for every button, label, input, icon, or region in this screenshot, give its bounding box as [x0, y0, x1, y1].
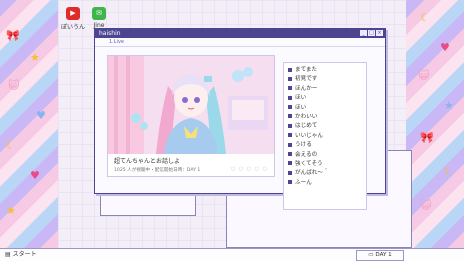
day-label: DAY 1: [375, 252, 392, 258]
start-button[interactable]: ▤ スタート: [2, 250, 40, 260]
address-bar: 1.Live: [95, 38, 385, 47]
comment-text: はじめて: [295, 123, 318, 130]
desktop-icon-jine[interactable]: ✉ Jine: [84, 7, 114, 29]
cat-sticker: 😺: [420, 199, 432, 212]
stream-window[interactable]: haishin _ □ × 1.Live 超てんちゃんとお話しよ 1025 人が…: [94, 28, 386, 210]
list-item[interactable]: いいじゃん: [288, 132, 366, 141]
comment-text: 強くてそう: [295, 160, 323, 167]
start-label: スタート: [12, 251, 37, 258]
streamer-illustration: [108, 56, 274, 154]
start-icon: ▤: [5, 251, 11, 258]
comment-text: ほい: [295, 104, 307, 111]
star-sticker: ★: [6, 204, 16, 217]
cat-sticker: 😺: [418, 69, 430, 82]
list-item[interactable]: 初見です: [288, 75, 366, 84]
close-button[interactable]: ×: [376, 30, 383, 36]
list-item[interactable]: かわいい: [288, 113, 366, 122]
comment-text: 会えるの: [295, 151, 318, 158]
comment-text: 初見です: [295, 76, 318, 83]
list-item[interactable]: ほい: [288, 104, 366, 113]
comment-text: がんばれ～＾: [295, 170, 329, 177]
list-item[interactable]: うける: [288, 141, 366, 150]
list-item[interactable]: ふーん: [288, 179, 366, 188]
heart-sticker: ♥: [36, 109, 46, 122]
list-item[interactable]: はじめて: [288, 122, 366, 131]
list-item[interactable]: がんばれ～＾: [288, 169, 366, 178]
video-controls[interactable]: ○ ○ ○ ○ ○: [231, 166, 268, 172]
list-item[interactable]: 会えるの: [288, 151, 366, 160]
comment-text: ほんかー: [295, 85, 318, 92]
day-icon: ▭: [368, 252, 374, 258]
ribbon-sticker: 🎀: [420, 131, 434, 144]
comment-text: ふーん: [295, 179, 312, 186]
window-title: haishin: [99, 30, 121, 37]
ribbon-sticker: 🎀: [6, 29, 20, 42]
bottle-sticker: ♥: [30, 169, 40, 182]
stream-title: 超てんちゃんとお話しよ: [114, 158, 181, 165]
heart-sticker: ♥: [440, 41, 450, 54]
list-item[interactable]: ほんかー: [288, 85, 366, 94]
comment-text: かわいい: [295, 113, 318, 120]
window-titlebar[interactable]: haishin _ □ ×: [95, 29, 385, 38]
moon-sticker: ☾: [444, 165, 454, 178]
comment-text: ほい: [295, 95, 307, 102]
maximize-button[interactable]: □: [368, 30, 375, 36]
list-item[interactable]: まてまた: [288, 66, 366, 75]
star-sticker: ★: [444, 99, 454, 112]
comment-text: うける: [295, 142, 312, 149]
list-item[interactable]: 強くてそう: [288, 160, 366, 169]
moon-sticker: ☾: [6, 139, 16, 152]
video-icon: ▶: [66, 7, 80, 20]
moon-sticker: ☾: [420, 11, 430, 24]
minimize-button[interactable]: _: [360, 30, 367, 36]
stream-video[interactable]: [108, 56, 274, 154]
comment-text: まてまた: [295, 67, 318, 73]
comment-list[interactable]: まてまた 初見です ほんかー ほい ほい かわいい はじめて いいじゃん うける…: [283, 62, 367, 210]
chat-icon: ✉: [92, 7, 106, 20]
viewer-count: 1025 人が視聴中・配信開始日時：DAY 1: [114, 168, 201, 173]
cat-sticker: 😺: [8, 79, 20, 92]
video-panel[interactable]: 超てんちゃんとお話しよ 1025 人が視聴中・配信開始日時：DAY 1 ○ ○ …: [107, 55, 275, 177]
list-item[interactable]: ほい: [288, 94, 366, 103]
day-indicator: ▭ DAY 1: [356, 250, 404, 261]
comment-text: いいじゃん: [295, 132, 323, 139]
star-sticker: ★: [30, 51, 40, 64]
taskbar: ▤ スタート ▭ DAY 1: [0, 248, 464, 261]
